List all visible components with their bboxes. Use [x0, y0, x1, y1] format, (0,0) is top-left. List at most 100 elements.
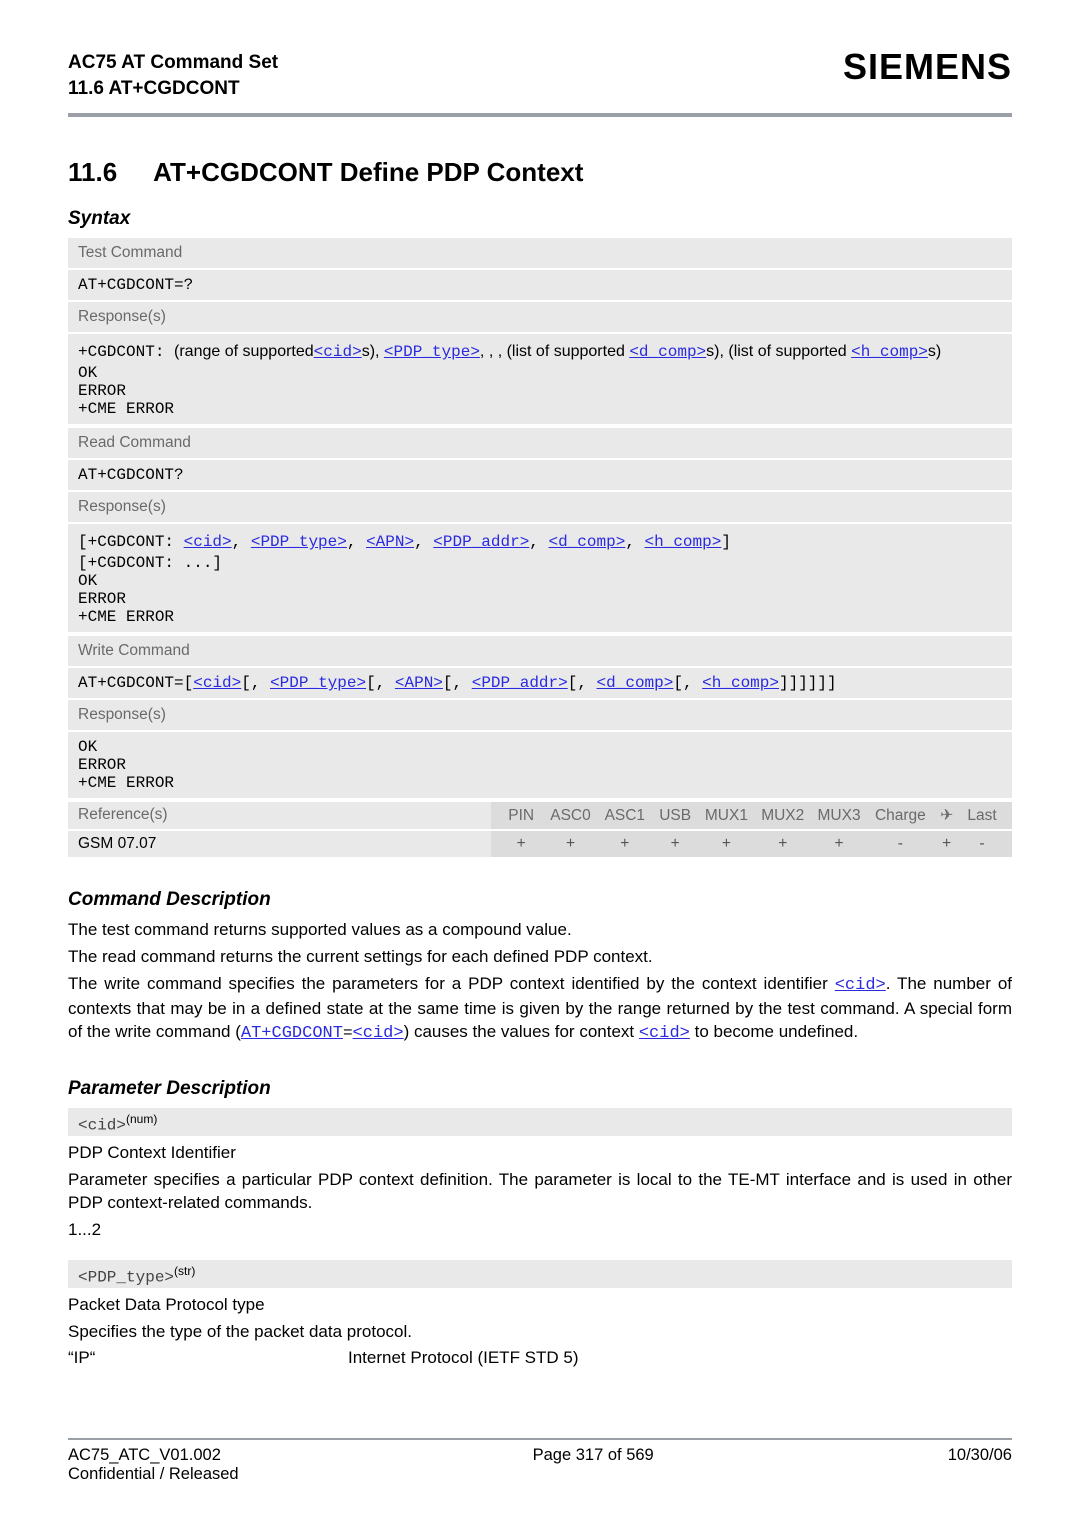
- param-cid-sup: (num): [126, 1112, 157, 1126]
- test-response-body: +CGDCONT: (range of supported<cid>s), <P…: [68, 334, 1012, 424]
- rc-c3: ,: [414, 533, 433, 551]
- rc-dcomp[interactable]: <d_comp>: [549, 533, 626, 551]
- col-usb: USB: [654, 807, 696, 825]
- test-command-label: Test Command: [68, 238, 1012, 268]
- val-last: -: [962, 835, 1002, 853]
- resp-t3: , , , (list of supported: [480, 343, 629, 360]
- command-description-heading: Command Description: [68, 889, 1012, 911]
- col-charge: Charge: [869, 807, 931, 825]
- wc-pref: AT+CGDCONT=: [78, 674, 184, 692]
- wc-s5: [,: [673, 674, 702, 692]
- write-command-label: Write Command: [68, 636, 1012, 666]
- rc-c2: ,: [347, 533, 366, 551]
- param-pdp-value-desc: Internet Protocol (IETF STD 5): [348, 1348, 579, 1368]
- rc-hcomp[interactable]: <h_comp>: [645, 533, 722, 551]
- test-resp-error: ERROR: [78, 382, 1002, 400]
- read-line2: [+CGDCONT: ...]: [78, 554, 1002, 572]
- param-pdp-subtitle: Specifies the type of the packet data pr…: [68, 1321, 1012, 1344]
- read-command-text: AT+CGDCONT?: [68, 460, 1012, 490]
- cmd-desc-p3: The write command specifies the paramete…: [68, 973, 1012, 1046]
- param-cid-title: PDP Context Identifier: [68, 1142, 1012, 1165]
- write-resp-error: ERROR: [78, 756, 1002, 774]
- resp-cid[interactable]: <cid>: [314, 343, 362, 361]
- test-response-label: Response(s): [68, 302, 1012, 332]
- resp-hcomp[interactable]: <h_comp>: [851, 343, 928, 361]
- p3a: The write command specifies the paramete…: [68, 974, 835, 993]
- page-header-left: AC75 AT Command Set 11.6 AT+CGDCONT: [68, 50, 278, 101]
- footer-date: 10/30/06: [948, 1446, 1012, 1484]
- test-resp-cme: +CME ERROR: [78, 400, 1002, 418]
- rc-c1: ,: [232, 533, 251, 551]
- p3d: to become undefined.: [690, 1022, 858, 1041]
- param-pdp-sup: (str): [174, 1264, 195, 1278]
- val-charge: -: [869, 835, 931, 853]
- read-resp-error: ERROR: [78, 590, 1002, 608]
- wc-cid[interactable]: <cid>: [193, 674, 241, 692]
- reference-label: Reference(s): [68, 802, 491, 829]
- wc-s2: [,: [366, 674, 395, 692]
- p3-eq: =: [343, 1024, 353, 1042]
- val-usb: +: [654, 835, 696, 853]
- header-rule: [68, 113, 1012, 117]
- col-pin: PIN: [501, 807, 541, 825]
- p3-cid[interactable]: <cid>: [835, 976, 886, 995]
- resp-dcomp[interactable]: <d_comp>: [629, 343, 706, 361]
- read-resp-cme: +CME ERROR: [78, 608, 1002, 626]
- read-resp-ok: OK: [78, 572, 1002, 590]
- rc-pdp[interactable]: <PDP_type>: [251, 533, 347, 551]
- wc-pdp[interactable]: <PDP_type>: [270, 674, 366, 692]
- cmd-desc-p1: The test command returns supported value…: [68, 919, 1012, 942]
- rc-c4: ,: [529, 533, 548, 551]
- val-mux1: +: [700, 835, 752, 853]
- wc-close: ]]]]]]: [779, 674, 837, 692]
- p3-cid3[interactable]: <cid>: [639, 1024, 690, 1043]
- wc-s4: [,: [568, 674, 597, 692]
- rc-apn[interactable]: <APN>: [366, 533, 414, 551]
- wc-apn[interactable]: <APN>: [395, 674, 443, 692]
- read-response-body: [+CGDCONT: <cid>, <PDP_type>, <APN>, <PD…: [68, 524, 1012, 632]
- rc-pref: +CGDCONT:: [88, 533, 184, 551]
- reference-columns: PIN ASC0 ASC1 USB MUX1 MUX2 MUX3 Charge …: [491, 802, 1012, 829]
- wc-s1: [,: [241, 674, 270, 692]
- param-pdp-box: <PDP_type>(str): [68, 1260, 1012, 1288]
- footer-confidential: Confidential / Released: [68, 1465, 239, 1484]
- section-number: 11.6: [68, 157, 117, 188]
- resp-t1: (range of supported: [174, 343, 314, 360]
- syntax-heading: Syntax: [68, 208, 1012, 230]
- resp-t2: s),: [362, 343, 384, 360]
- val-mux2: +: [757, 835, 809, 853]
- p3-cid2[interactable]: <cid>: [353, 1024, 404, 1043]
- rc-cid[interactable]: <cid>: [184, 533, 232, 551]
- col-mux3: MUX3: [813, 807, 865, 825]
- wc-s3: [,: [443, 674, 472, 692]
- write-resp-ok: OK: [78, 738, 1002, 756]
- rc-open: [: [78, 533, 88, 551]
- parameter-description-heading: Parameter Description: [68, 1078, 1012, 1100]
- write-response-label: Response(s): [68, 700, 1012, 730]
- cmd-desc-p2: The read command returns the current set…: [68, 946, 1012, 969]
- rc-addr[interactable]: <PDP_addr>: [433, 533, 529, 551]
- reference-gsm: GSM 07.07: [68, 831, 491, 857]
- footer: AC75_ATC_V01.002 Confidential / Released…: [68, 1446, 1012, 1484]
- col-mux2: MUX2: [757, 807, 809, 825]
- val-mux3: +: [813, 835, 865, 853]
- param-cid-range: 1...2: [68, 1219, 1012, 1242]
- header-section-ref: 11.6 AT+CGDCONT: [68, 76, 278, 102]
- p3-cmd[interactable]: AT+CGDCONT: [241, 1024, 343, 1043]
- wc-hcomp[interactable]: <h_comp>: [702, 674, 779, 692]
- resp-prefix: +CGDCONT:: [78, 343, 174, 361]
- param-pdp-tag: <PDP_type>: [78, 1268, 174, 1286]
- param-pdp-value-row: “IP“ Internet Protocol (IETF STD 5): [68, 1348, 1012, 1368]
- siemens-logo: SIEMENS: [843, 46, 1012, 88]
- write-command-body: AT+CGDCONT=[<cid>[, <PDP_type>[, <APN>[,…: [68, 668, 1012, 698]
- val-asc0: +: [546, 835, 596, 853]
- param-cid-body: Parameter specifies a particular PDP con…: [68, 1169, 1012, 1215]
- col-mux1: MUX1: [700, 807, 752, 825]
- resp-t4: s), (list of supported: [706, 343, 851, 360]
- wc-addr[interactable]: <PDP_addr>: [472, 674, 568, 692]
- resp-pdp[interactable]: <PDP_type>: [384, 343, 480, 361]
- test-command-text: AT+CGDCONT=?: [68, 270, 1012, 300]
- section-title-text: AT+CGDCONT Define PDP Context: [153, 157, 583, 188]
- wc-dcomp[interactable]: <d_comp>: [597, 674, 674, 692]
- read-response-label: Response(s): [68, 492, 1012, 522]
